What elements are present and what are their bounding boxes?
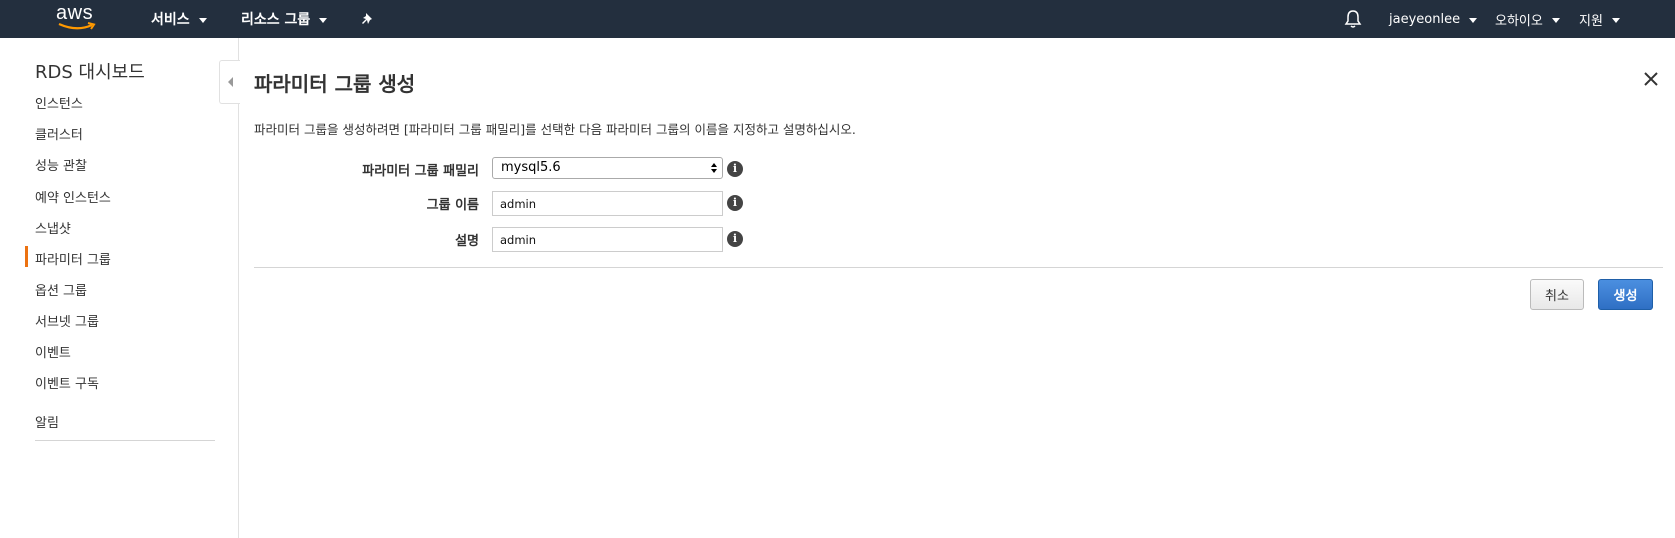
description-info-icon[interactable]: i [727, 231, 743, 247]
cancel-button[interactable]: 취소 [1530, 279, 1584, 310]
resource-groups-menu[interactable]: 리소스 그룹 [241, 0, 328, 38]
page-title: 파라미터 그룹 생성 [254, 72, 416, 96]
description-label: 설명 [455, 234, 479, 249]
close-icon [1644, 72, 1658, 86]
chevron-down-icon [1469, 17, 1478, 23]
sidebar-item-subnet-groups[interactable]: 서브넷 그룹 [35, 311, 99, 330]
sidebar-item-option-groups[interactable]: 옵션 그룹 [35, 280, 87, 299]
resource-groups-label: 리소스 그룹 [241, 12, 311, 28]
page-description: 파라미터 그룹을 생성하려면 [파라미터 그룹 패밀리]를 선택한 다음 파라미… [254, 122, 856, 137]
bell-icon [1344, 10, 1362, 28]
services-menu[interactable]: 서비스 [151, 0, 207, 38]
sidebar-item-notifications[interactable]: 알림 [35, 412, 59, 431]
sidebar-title[interactable]: RDS 대시보드 [35, 58, 145, 84]
aws-smile-icon [58, 22, 96, 30]
chevron-down-icon [198, 17, 207, 23]
pin-button[interactable] [361, 0, 375, 38]
sidebar-divider [35, 440, 215, 441]
sidebar-collapse-button[interactable] [219, 60, 240, 104]
sidebar-item-snapshots[interactable]: 스냅샷 [35, 218, 71, 237]
top-navigation-bar: aws 서비스 리소스 그룹 jaeyeonlee 오하이오 지원 [0, 0, 1675, 38]
services-label: 서비스 [151, 12, 190, 28]
group-name-label: 그룹 이름 [426, 198, 479, 213]
family-selected-value: mysql5.6 [501, 160, 561, 175]
notifications-button[interactable] [1344, 0, 1362, 38]
sidebar: RDS 대시보드 인스턴스 클러스터 성능 관찰 예약 인스턴스 스냅샷 파라미… [0, 38, 239, 538]
aws-logo[interactable]: aws [56, 2, 100, 34]
family-label: 파라미터 그룹 패밀리 [362, 164, 479, 179]
group-name-input[interactable] [492, 191, 723, 216]
pin-icon [362, 13, 372, 24]
create-button[interactable]: 생성 [1598, 279, 1653, 310]
support-menu[interactable]: 지원 [1579, 0, 1620, 38]
sidebar-item-performance-insights[interactable]: 성능 관찰 [35, 155, 87, 174]
sidebar-item-events[interactable]: 이벤트 [35, 342, 71, 361]
user-menu[interactable]: jaeyeonlee [1389, 0, 1478, 38]
chevron-down-icon [319, 17, 328, 23]
sidebar-item-instances[interactable]: 인스턴스 [35, 93, 83, 112]
sidebar-item-parameter-groups[interactable]: 파라미터 그룹 [25, 246, 111, 268]
support-label: 지원 [1579, 13, 1603, 29]
sidebar-item-clusters[interactable]: 클러스터 [35, 124, 83, 143]
sidebar-item-reserved-instances[interactable]: 예약 인스턴스 [35, 187, 111, 206]
group-name-info-icon[interactable]: i [727, 195, 743, 211]
select-arrows-icon [711, 163, 717, 173]
region-label: 오하이오 [1495, 13, 1543, 29]
chevron-down-icon [1611, 17, 1620, 23]
chevron-down-icon [1551, 17, 1560, 23]
family-select[interactable]: mysql5.6 [492, 157, 723, 179]
region-menu[interactable]: 오하이오 [1495, 0, 1560, 38]
form-divider [254, 267, 1663, 268]
description-input[interactable] [492, 227, 723, 252]
chevron-left-icon [227, 77, 233, 87]
close-button[interactable] [1640, 68, 1664, 92]
username-label: jaeyeonlee [1389, 11, 1461, 27]
family-info-icon[interactable]: i [727, 161, 743, 177]
sidebar-item-event-subscriptions[interactable]: 이벤트 구독 [35, 373, 99, 392]
